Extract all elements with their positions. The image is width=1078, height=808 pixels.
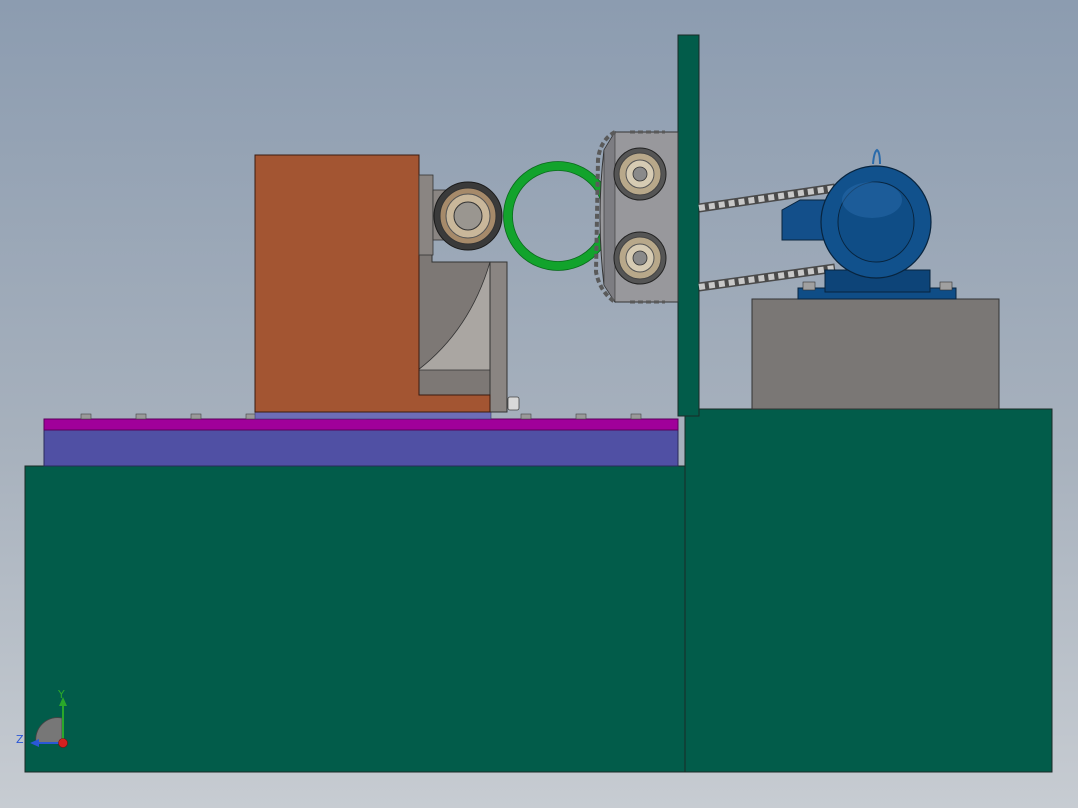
- right-base-frame[interactable]: [684, 408, 1053, 773]
- slide-plate[interactable]: [43, 429, 679, 467]
- electric-motor[interactable]: [781, 148, 957, 300]
- motor-pedestal[interactable]: [751, 298, 1000, 410]
- left-roller[interactable]: [433, 181, 503, 251]
- z-axis-label: Z: [16, 733, 24, 746]
- upper-drive-roller[interactable]: [613, 147, 667, 201]
- lower-drive-roller[interactable]: [613, 231, 667, 285]
- clamp-plate[interactable]: [43, 418, 679, 431]
- axis-triad-icon: [30, 697, 68, 748]
- graphics-viewport[interactable]: Y Z: [0, 0, 1078, 808]
- left-base-frame[interactable]: [24, 465, 686, 773]
- vertical-post[interactable]: [677, 34, 700, 417]
- y-axis-label: Y: [58, 688, 65, 701]
- cad-model-view[interactable]: [0, 0, 1078, 808]
- slide-strip: [254, 411, 492, 420]
